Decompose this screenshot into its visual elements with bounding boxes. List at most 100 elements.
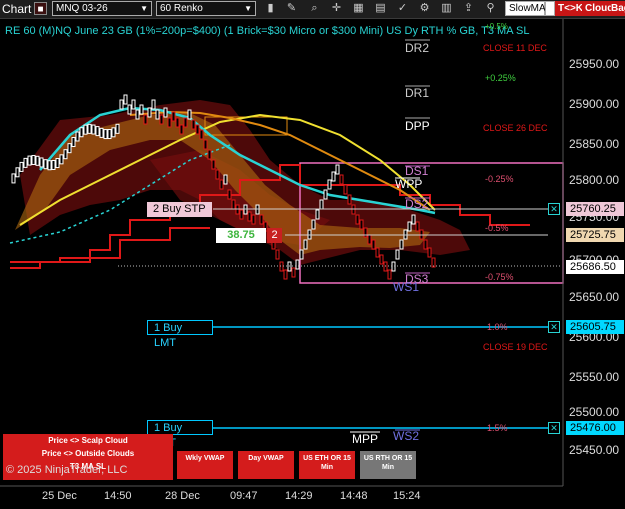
up-brick — [103, 129, 108, 140]
up-brick — [295, 259, 300, 270]
down-brick — [167, 117, 172, 128]
down-brick — [143, 114, 148, 125]
bar-type-icon[interactable]: ▮ — [264, 2, 277, 15]
down-brick — [283, 269, 288, 280]
down-brick — [175, 117, 180, 128]
up-brick — [223, 174, 228, 185]
up-brick — [151, 99, 156, 110]
us-rth-or-button[interactable]: US RTH OR 15 Min — [360, 451, 416, 479]
up-brick — [35, 155, 40, 166]
up-brick — [63, 149, 68, 160]
chevron-down-icon: ▼ — [140, 4, 148, 13]
us-eth-or-button[interactable]: US ETH OR 15 Min — [299, 451, 355, 479]
chevron-down-icon: ▼ — [244, 4, 252, 13]
pct-minus-075-label: -0.75% — [485, 272, 514, 282]
lmt1-price-tag: 25605.75 — [566, 320, 624, 334]
up-brick — [187, 109, 192, 120]
buy-lmt-order-tag-1[interactable]: 1 Buy LMT — [147, 320, 213, 349]
down-brick — [199, 129, 204, 140]
down-brick — [375, 247, 380, 258]
up-brick — [327, 179, 332, 190]
up-brick — [331, 171, 336, 182]
pct-plus-05-label: +0.5% — [485, 22, 508, 31]
position-pnl-tag[interactable]: 38.75 — [216, 228, 266, 243]
up-brick — [407, 221, 412, 232]
up-brick — [31, 154, 36, 165]
lmt2-price-tag: 25476.00 — [566, 421, 624, 435]
price-axis-label: 25500.00 — [569, 405, 620, 419]
bag-toggle-button[interactable]: Bag — [611, 1, 625, 16]
close-order-icon[interactable]: ✕ — [548, 422, 560, 434]
down-brick — [211, 159, 216, 170]
stp-price-tag: 25760.25 — [566, 202, 624, 216]
down-brick — [191, 119, 196, 130]
up-brick — [67, 143, 72, 154]
up-brick — [11, 173, 16, 184]
drawing-tools-icon[interactable]: ✎ — [285, 2, 298, 15]
close-order-icon[interactable]: ✕ — [548, 203, 560, 215]
up-brick — [123, 94, 128, 105]
zoom-icon[interactable]: ⌕ — [308, 2, 321, 15]
up-brick — [299, 249, 304, 260]
buy-stp-order-tag[interactable]: 2 Buy STP — [147, 202, 212, 217]
crosshair-icon[interactable]: ✛ — [330, 2, 343, 15]
templates-icon[interactable]: ▥ — [440, 2, 453, 15]
down-brick — [247, 211, 252, 222]
up-brick — [75, 131, 80, 142]
up-brick — [163, 107, 168, 118]
pct-minus-05-label: -0.5% — [485, 223, 509, 233]
data-box-icon[interactable]: ▦ — [352, 2, 365, 15]
pct-1-label: 1.0% — [487, 322, 508, 332]
down-brick — [379, 254, 384, 265]
day-vwap-button[interactable]: Day VWAP — [238, 451, 294, 479]
legend-scalp[interactable]: Price <> Scalp Cloud — [3, 434, 173, 447]
legend-outside[interactable]: Price <> Outside Clouds — [3, 447, 173, 460]
pct-15-label: 1.5% — [487, 423, 508, 433]
bar-color-button[interactable]: ■ — [34, 2, 47, 15]
up-brick — [115, 123, 120, 134]
up-brick — [311, 219, 316, 230]
down-brick — [171, 111, 176, 122]
up-brick — [79, 127, 84, 138]
properties-icon[interactable]: ⚙ — [418, 2, 431, 15]
down-brick — [159, 114, 164, 125]
strategies-icon[interactable]: ✓ — [396, 2, 409, 15]
wkly-vwap-button[interactable]: Wkly VWAP — [177, 451, 233, 479]
indicator-selector[interactable]: SlowMA — [505, 1, 546, 16]
down-brick — [427, 247, 432, 258]
down-brick — [239, 209, 244, 220]
up-brick — [147, 107, 152, 118]
chart-trader-icon[interactable]: ▤ — [374, 2, 387, 15]
buy-lmt-order-tag-2[interactable]: 1 Buy LMT — [147, 420, 213, 449]
up-brick — [111, 127, 116, 138]
dr1-label: DR1 — [405, 86, 430, 100]
down-brick — [387, 269, 392, 280]
down-brick — [423, 239, 428, 250]
time-axis-label: 14:29 — [285, 490, 313, 502]
price-axis-label: 25800.00 — [569, 173, 620, 187]
down-brick — [339, 174, 344, 185]
up-brick — [319, 199, 324, 210]
price-axis-label: 25650.00 — [569, 290, 620, 304]
instrument-selector[interactable]: MNQ 03-26 ▼ — [52, 1, 152, 16]
down-brick — [275, 249, 280, 260]
down-brick — [371, 239, 376, 250]
share-icon[interactable]: ⇪ — [462, 2, 475, 15]
up-brick — [55, 158, 60, 169]
indicator-dropdown[interactable] — [545, 1, 555, 16]
ds2-label: DS2 — [405, 197, 429, 211]
mid-price-tag: 25725.75 — [566, 228, 624, 242]
up-brick — [59, 154, 64, 165]
up-brick — [131, 99, 136, 110]
close-order-icon[interactable]: ✕ — [548, 321, 560, 333]
last-price-tag: 25686.50 — [566, 260, 624, 274]
up-brick — [47, 160, 52, 171]
time-axis-label: 28 Dec — [165, 490, 200, 502]
up-brick — [335, 164, 340, 175]
interval-selector[interactable]: 60 Renko ▼ — [156, 1, 256, 16]
link-icon[interactable]: ⚲ — [484, 2, 497, 15]
position-qty-tag[interactable]: 2 — [267, 228, 282, 243]
time-axis-label: 09:47 — [230, 490, 258, 502]
up-brick — [107, 129, 112, 140]
chart-header: RE 60 (M)NQ June 23 GB (1%=200p=$400) (1… — [5, 25, 530, 37]
